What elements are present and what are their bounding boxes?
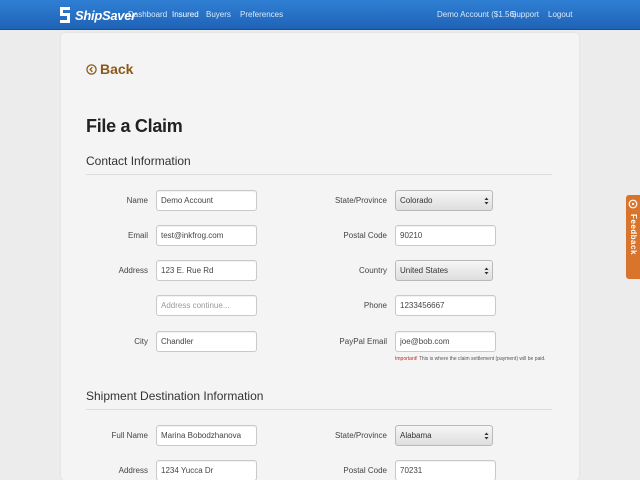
full-name-label: Full Name — [111, 431, 148, 440]
feedback-tab[interactable]: Feedback — [626, 195, 640, 279]
country-select-value: United States — [400, 266, 449, 275]
city-label: City — [134, 337, 148, 346]
paypal-hint-important: Important! — [395, 356, 418, 362]
state-label: State/Province — [334, 196, 387, 205]
email-label: Email — [127, 231, 148, 240]
postal-code-input[interactable] — [395, 225, 496, 246]
back-link[interactable]: Back — [86, 61, 133, 77]
shipment-postal-code-input[interactable] — [395, 460, 496, 480]
shipment-state-select-value: Alabama — [400, 431, 432, 440]
address-input[interactable] — [156, 260, 257, 281]
back-circle-icon — [86, 63, 97, 75]
paypal-hint: Important! This is where the claim settl… — [395, 356, 546, 362]
phone-input[interactable] — [395, 295, 496, 316]
state-select[interactable]: Colorado — [395, 190, 493, 211]
feedback-icon — [628, 199, 638, 209]
main-panel — [61, 33, 579, 480]
select-caret-icon — [484, 267, 489, 275]
nav-buyers[interactable]: Buyers — [206, 10, 231, 19]
shipment-state-label: State/Province — [334, 431, 387, 440]
paypal-email-input[interactable] — [395, 331, 496, 352]
address-continue-input[interactable] — [156, 295, 257, 316]
shipment-state-select[interactable]: Alabama — [395, 425, 493, 446]
paypal-email-label: PayPal Email — [339, 337, 387, 346]
nav-support[interactable]: Support — [511, 10, 539, 19]
nav-logout[interactable]: Logout — [548, 10, 572, 19]
address-label: Address — [118, 266, 148, 275]
country-label: Country — [358, 266, 387, 275]
shipment-address-input[interactable] — [156, 460, 257, 480]
contact-section-divider — [86, 174, 552, 175]
country-select[interactable]: United States — [395, 260, 493, 281]
paypal-hint-text: This is where the claim settlement (paym… — [417, 356, 546, 362]
city-input[interactable] — [156, 331, 257, 352]
top-navbar: ShipSaver Dashboard Insured Buyers Prefe… — [0, 0, 640, 30]
shipsaver-logo-icon — [60, 7, 70, 23]
name-label: Name — [126, 196, 148, 205]
shipment-section-divider — [86, 409, 552, 410]
shipment-postal-code-label: Postal Code — [343, 466, 387, 475]
name-input[interactable] — [156, 190, 257, 211]
page-title: File a Claim — [86, 116, 183, 136]
full-name-input[interactable] — [156, 425, 257, 446]
brand-name: ShipSaver — [75, 7, 136, 23]
nav-account[interactable]: Demo Account ($1.56) — [437, 10, 517, 19]
nav-insured[interactable]: Insured — [172, 10, 199, 19]
select-caret-icon — [484, 197, 489, 205]
brand[interactable]: ShipSaver — [58, 5, 136, 25]
back-label: Back — [100, 61, 134, 77]
feedback-label: Feedback — [629, 214, 638, 255]
email-input[interactable] — [156, 225, 257, 246]
phone-label: Phone — [363, 301, 387, 310]
contact-section-title: Contact Information — [86, 154, 191, 168]
nav-preferences[interactable]: Preferences — [240, 10, 283, 19]
shipment-section-title: Shipment Destination Information — [86, 389, 264, 403]
nav-dashboard[interactable]: Dashboard — [128, 10, 167, 19]
postal-code-label: Postal Code — [343, 231, 387, 240]
select-caret-icon — [484, 432, 489, 440]
state-select-value: Colorado — [400, 196, 433, 205]
shipment-address-label: Address — [118, 466, 148, 475]
